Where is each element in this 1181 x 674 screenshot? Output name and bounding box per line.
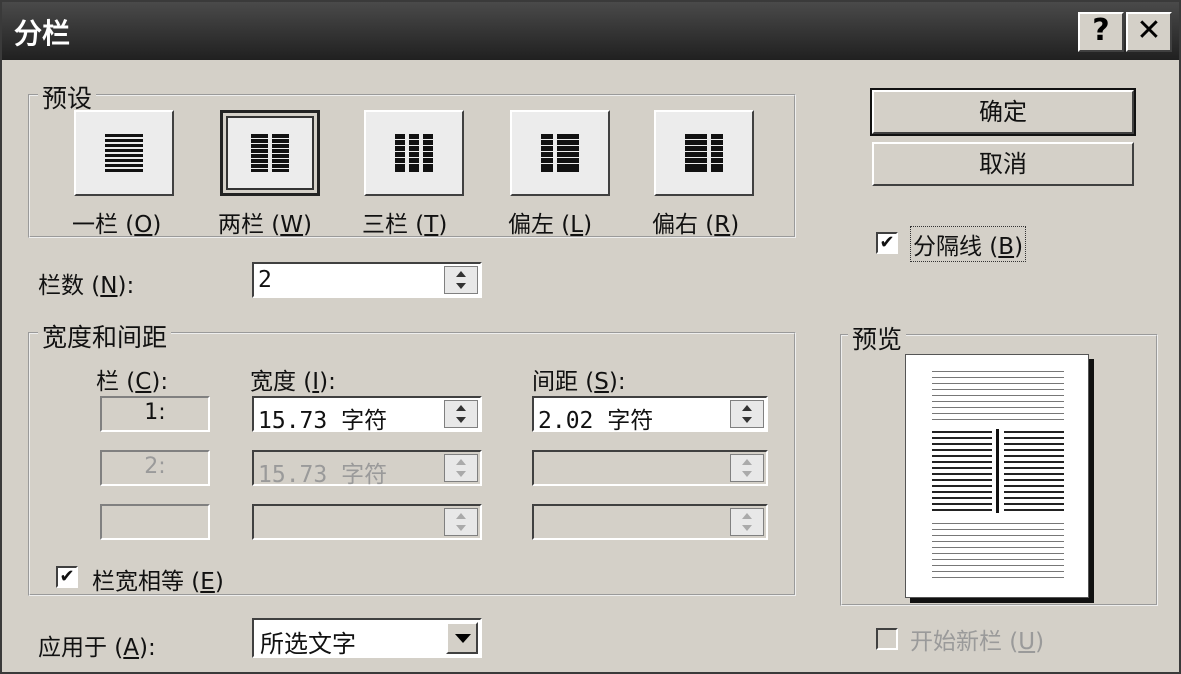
separator-label[interactable]: 分隔线 (B) (910, 226, 1027, 262)
column-3-width-spin-buttons (444, 508, 478, 536)
column-1-width-value: 15.73 字符 (258, 408, 388, 434)
title-bar[interactable]: 分栏 ? ✕ (2, 2, 1179, 60)
column-1-width-spinner[interactable]: 15.73 字符 (252, 396, 482, 434)
column-2-width-spinner: 15.73 字符 (252, 450, 482, 488)
columns-count-spinner[interactable]: 2 (252, 262, 482, 298)
preview-page (905, 354, 1089, 598)
new-column-checkbox (876, 628, 898, 650)
preset-one-column-label: 一栏 (O) (72, 212, 162, 238)
apply-to-select[interactable]: 所选文字 (252, 618, 482, 658)
preset-one-column[interactable] (74, 110, 174, 196)
column-2-width-value: 15.73 字符 (258, 462, 388, 488)
spacing-header: 间距 (S): (532, 369, 626, 395)
cancel-button[interactable]: 取消 (872, 142, 1134, 186)
preset-left[interactable] (510, 110, 610, 196)
new-column-label: 开始新栏 (U) (910, 629, 1045, 655)
column-1-spacing-spin-buttons[interactable] (730, 400, 764, 428)
apply-to-value: 所选文字 (260, 630, 356, 658)
preset-left-label: 偏左 (L) (508, 212, 593, 238)
equal-width-checkbox[interactable]: ✔ (56, 566, 78, 588)
column-3-width-spinner (252, 504, 482, 540)
column-number-2: 2: (100, 450, 210, 486)
preset-two-columns[interactable] (220, 110, 320, 196)
columns-count-label: 栏数 (N): (38, 273, 135, 299)
column-2-spacing-spin-buttons (730, 454, 764, 482)
right-column-icon (685, 134, 723, 172)
equal-width-label[interactable]: 栏宽相等 (E) (92, 562, 224, 596)
preset-right[interactable] (654, 110, 754, 196)
column-1-spacing-value: 2.02 字符 (538, 408, 654, 434)
col-header: 栏 (C): (96, 369, 169, 395)
preview-separator-line (996, 429, 999, 513)
left-column-icon (541, 134, 579, 172)
column-1-spacing-spinner[interactable]: 2.02 字符 (532, 396, 768, 434)
column-number-3 (100, 504, 210, 540)
column-number-1: 1: (100, 396, 210, 432)
columns-count-spin-buttons[interactable] (444, 266, 478, 294)
separator-checkbox[interactable]: ✔ (876, 232, 898, 254)
column-2-spacing-spinner (532, 450, 768, 486)
preset-right-label: 偏右 (R) (652, 212, 740, 238)
preset-two-columns-label: 两栏 (W) (218, 212, 313, 238)
width-header: 宽度 (I): (250, 369, 336, 395)
preset-three-columns[interactable] (364, 110, 464, 196)
dialog-title: 分栏 (14, 17, 71, 50)
column-3-spacing-spin-buttons (730, 508, 764, 536)
apply-to-label: 应用于 (A): (38, 635, 156, 661)
preview-group-label: 预览 (848, 320, 907, 356)
column-2-width-spin-buttons (444, 454, 478, 482)
one-column-icon (105, 134, 143, 172)
preset-three-columns-label: 三栏 (T) (362, 212, 448, 238)
column-3-spacing-spinner (532, 504, 768, 540)
help-button[interactable]: ? (1078, 12, 1124, 52)
three-columns-icon (395, 134, 433, 172)
column-1-width-spin-buttons[interactable] (444, 400, 478, 428)
close-button[interactable]: ✕ (1126, 12, 1172, 52)
width-spacing-group-label: 宽度和间距 (38, 318, 172, 354)
columns-dialog: 分栏 ? ✕ 预设 一栏 (O) 两栏 (W) 三栏 (T) 偏左 (L) 偏右… (0, 0, 1181, 674)
chevron-down-icon[interactable] (446, 622, 478, 654)
columns-count-value: 2 (258, 267, 272, 293)
ok-button[interactable]: 确定 (872, 90, 1134, 134)
two-columns-icon (251, 134, 289, 172)
